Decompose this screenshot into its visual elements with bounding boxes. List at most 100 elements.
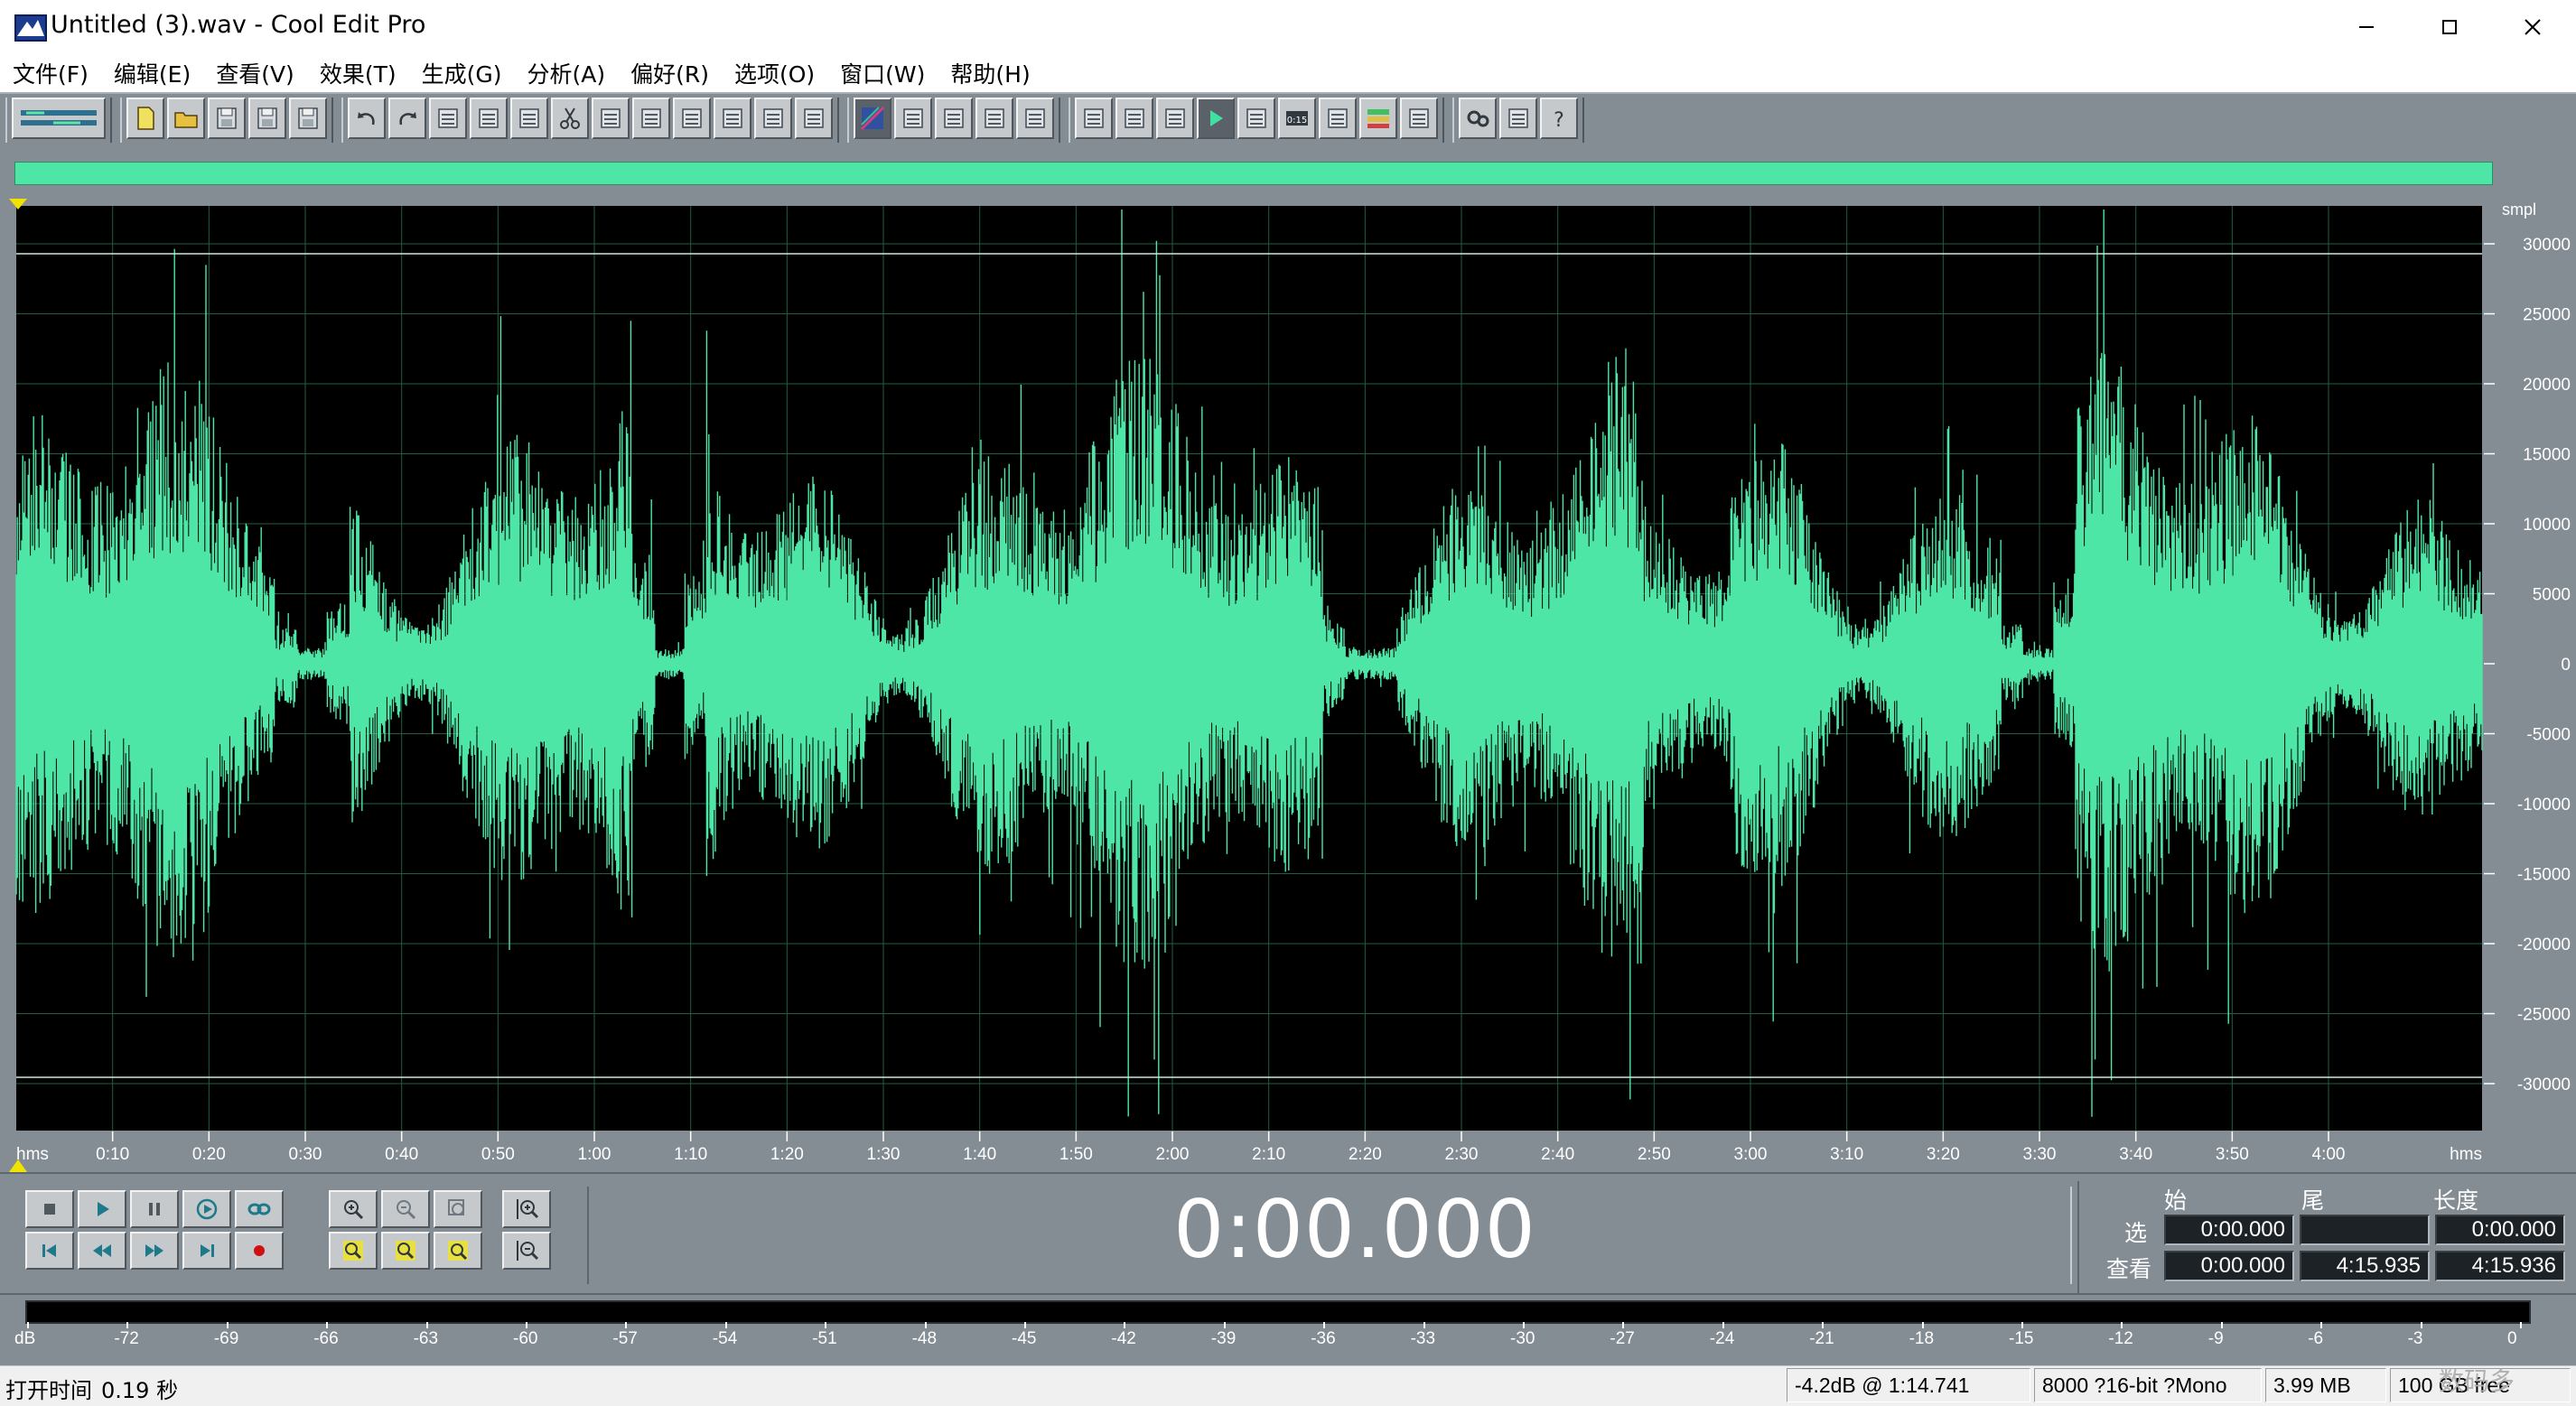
go-to-end-button[interactable] (182, 1232, 231, 1270)
select-length-field[interactable]: 0:00.000 (2435, 1215, 2565, 1245)
menu-options[interactable]: 选项(O) (722, 57, 827, 89)
go-to-start-button[interactable] (25, 1232, 74, 1270)
overview-range-bar[interactable] (14, 162, 2493, 185)
pause-button[interactable] (130, 1190, 179, 1228)
menu-file[interactable]: 文件(F) (0, 57, 101, 89)
menu-edit[interactable]: 编辑(E) (101, 57, 203, 89)
zoom-in-horizontal-button[interactable] (329, 1190, 378, 1228)
paste-button[interactable] (592, 98, 630, 139)
undo-button[interactable] (348, 98, 386, 139)
level-tick-label: -6 (2308, 1329, 2324, 1348)
open-file-button[interactable] (167, 98, 205, 139)
level-tick-label: -33 (1410, 1329, 1436, 1348)
loop-button[interactable] (235, 1190, 284, 1228)
menu-bar: 文件(F) 编辑(E) 查看(V) 效果(T) 生成(G) 分析(A) 偏好(R… (0, 54, 2576, 92)
cd-mode-1-button[interactable] (935, 98, 973, 139)
level-tick (825, 1322, 827, 1328)
spectral-view-button[interactable] (854, 98, 891, 139)
zoom-left-button[interactable] (329, 1232, 378, 1270)
view-zoom-button[interactable] (1156, 98, 1194, 139)
sample-tick-label: 15000 (2523, 446, 2571, 465)
toolbar-group (5, 98, 112, 143)
repeat-last-button[interactable] (429, 98, 467, 139)
vertical-zoom-buttons (502, 1190, 551, 1270)
zoom-selection-button[interactable] (434, 1232, 482, 1270)
zoom-in-vertical-button[interactable] (502, 1190, 551, 1228)
sample-tick-label: 30000 (2523, 236, 2571, 255)
cut-button[interactable] (551, 98, 589, 139)
view-transport-button[interactable] (1075, 98, 1113, 139)
mix-paste-button[interactable] (470, 98, 508, 139)
cd-mode-2-button[interactable] (975, 98, 1013, 139)
show-cues-button[interactable] (894, 98, 932, 139)
time-tick-label: 0:20 (192, 1145, 226, 1164)
time-ruler: hms hms 0:10 0:20 0:30 0:40 0:50 1:00 1:10 1:20 1:… (16, 1131, 2482, 1164)
close-button[interactable] (2491, 0, 2574, 54)
pause-icon (149, 1203, 160, 1215)
format-readout: 8000 ?16-bit ?Mono (2034, 1368, 2262, 1402)
play-to-end-button[interactable] (182, 1190, 231, 1228)
select-begin-field[interactable]: 0:00.000 (2164, 1215, 2294, 1245)
fast-forward-button[interactable] (130, 1232, 179, 1270)
copy-button[interactable] (510, 98, 548, 139)
paste-new-button[interactable] (632, 98, 670, 139)
level-tick-label: -69 (213, 1329, 239, 1348)
waveform-display[interactable]: smpl 30000 25000 20000 15000 10000 5000 0 -5000 -… (0, 199, 2576, 1172)
view-timecode-button[interactable]: 0:15 (1278, 98, 1316, 139)
view-end-field[interactable]: 4:15.935 (2300, 1251, 2430, 1281)
sample-tick-label: -25000 (2517, 1006, 2571, 1025)
cd-mode-3-button[interactable] (1016, 98, 1054, 139)
maximize-button[interactable] (2408, 0, 2491, 54)
multitrack-toggle-button[interactable] (12, 98, 106, 139)
sample-tick-label: 10000 (2523, 516, 2571, 535)
go-to-start-icon (42, 1244, 56, 1257)
menu-analyze[interactable]: 分析(A) (514, 57, 618, 89)
trim-button[interactable] (795, 98, 833, 139)
settings-button[interactable] (1459, 98, 1497, 139)
cut-icon (560, 107, 580, 129)
select-end-field[interactable] (2300, 1215, 2430, 1245)
scripts-button[interactable] (1499, 98, 1537, 139)
record-button[interactable] (235, 1232, 284, 1270)
minimize-button[interactable] (2325, 0, 2408, 54)
time-tick-label: 2:30 (1445, 1145, 1479, 1164)
view-zoom2-button[interactable] (1237, 98, 1275, 139)
new-file-icon (137, 107, 154, 130)
view-status-button[interactable] (1400, 98, 1438, 139)
view-levels-button[interactable] (1359, 98, 1397, 139)
menu-favorites[interactable]: 偏好(R) (618, 57, 722, 89)
zoom-out-horizontal-button[interactable] (381, 1190, 430, 1228)
menu-window[interactable]: 窗口(W) (827, 57, 938, 89)
play-button[interactable] (78, 1190, 126, 1228)
close-file-button[interactable] (289, 98, 327, 139)
zoom-out-vertical-button[interactable] (502, 1232, 551, 1270)
redo-button[interactable] (388, 98, 426, 139)
zoom-right-button[interactable] (381, 1232, 430, 1270)
menu-help[interactable]: 帮助(H) (938, 57, 1042, 89)
menu-view[interactable]: 查看(V) (203, 57, 307, 89)
mark-icon (723, 108, 742, 128)
level-tick-label: -45 (1012, 1329, 1037, 1348)
view-begin-field[interactable]: 0:00.000 (2164, 1251, 2294, 1281)
view-length-field[interactable]: 4:15.936 (2435, 1251, 2565, 1281)
time-tick-label: 1:20 (770, 1145, 804, 1164)
new-file-button[interactable] (126, 98, 164, 139)
save-as-button[interactable] (248, 98, 286, 139)
view-grid-button[interactable] (1319, 98, 1357, 139)
view-play-button[interactable] (1197, 98, 1235, 139)
watermark: 数码多 (2439, 1366, 2515, 1396)
zoom-full-button[interactable] (434, 1190, 482, 1228)
multitrack-toggle-icon (21, 110, 97, 126)
level-tick-label: -21 (1809, 1329, 1834, 1348)
menu-generate[interactable]: 生成(G) (409, 57, 515, 89)
mark-button[interactable] (714, 98, 751, 139)
view-time-button[interactable] (1115, 98, 1153, 139)
level-tick-label: 0 (2507, 1329, 2517, 1348)
help-button[interactable]: ? (1540, 98, 1578, 139)
rewind-button[interactable] (78, 1232, 126, 1270)
stop-button[interactable] (25, 1190, 74, 1228)
save-file-button[interactable] (208, 98, 246, 139)
menu-effects[interactable]: 效果(T) (307, 57, 409, 89)
insert-cue-button[interactable] (673, 98, 711, 139)
amplify-button[interactable] (754, 98, 792, 139)
